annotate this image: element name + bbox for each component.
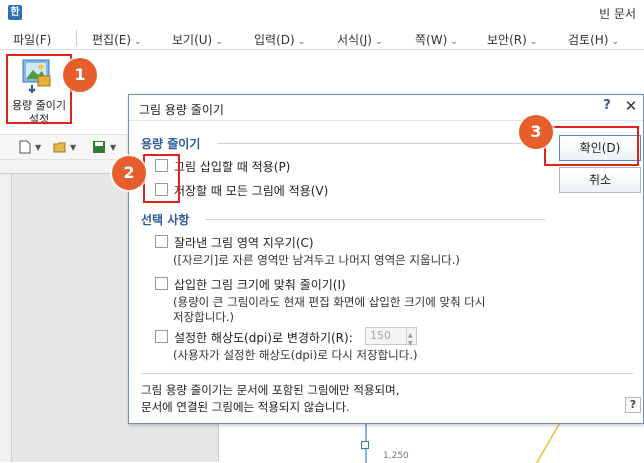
menu-security-label: 보안(R) (487, 33, 527, 47)
option-label: 삽입한 그림 크기에 맞춰 줄이기(I) (174, 278, 346, 292)
option-description: (용량이 큰 그림이라도 현재 편집 화면에 삽입한 크기에 맞춰 다시 (173, 295, 486, 309)
footer-divider (141, 373, 633, 374)
menu-insert[interactable]: 입력(D) ⌄ (254, 31, 305, 48)
highlight-box-1 (6, 54, 72, 124)
menu-file[interactable]: 파일(F) (13, 31, 51, 48)
dpi-spinner[interactable]: ▲ ▼ (406, 328, 416, 347)
option-description: 저장합니다.) (173, 310, 235, 324)
option-label: 저장할 때 모든 그림에 적용(V) (174, 184, 329, 198)
delete-cropped-checkbox[interactable] (155, 235, 168, 248)
menu-view-label: 보기(U) (172, 33, 213, 47)
option-delete-cropped[interactable]: 잘라낸 그림 영역 지우기(C) (155, 233, 455, 251)
menu-page[interactable]: 쪽(W) ⌄ (415, 31, 458, 48)
vertical-ruler (0, 174, 12, 462)
menu-review-label: 검토(H) (568, 33, 609, 47)
document-title: 빈 문서 (599, 7, 636, 21)
help-icon[interactable]: ? (599, 98, 615, 113)
highlight-box-3 (544, 126, 639, 166)
step-badge-3: 3 (519, 115, 553, 149)
chevron-down-icon: ⌄ (611, 37, 620, 47)
menu-format[interactable]: 서식(J) ⌄ (337, 31, 383, 48)
menu-divider (76, 30, 77, 46)
menu-edit[interactable]: 편집(E) ⌄ (92, 31, 142, 48)
chevron-down-icon[interactable]: ▼ (110, 143, 116, 152)
option-apply-on-insert[interactable]: 그림 삽입할 때 적용(P) (155, 157, 415, 175)
menu-edit-label: 편집(E) (92, 33, 132, 47)
cancel-button[interactable]: 취소 (559, 167, 641, 193)
footer-note-line1: 그림 용량 줄이기는 문서에 포함된 그림에만 적용되며, (141, 383, 400, 397)
menu-format-label: 서식(J) (337, 33, 372, 47)
option-label: 잘라낸 그림 영역 지우기(C) (174, 236, 314, 250)
dialog-title-bar: 그림 용량 줄이기 ? ✕ (129, 95, 643, 121)
chevron-down-icon: ⌄ (215, 37, 223, 47)
open-folder-icon[interactable] (53, 140, 67, 154)
horizontal-ruler (0, 160, 128, 174)
fit-inserted-size-checkbox[interactable] (155, 277, 168, 290)
title-bar: 한 빈 문서 (0, 0, 644, 26)
menu-bar: 파일(F) 편집(E) ⌄ 보기(U) ⌄ 입력(D) ⌄ 서식(J) ⌄ 쪽(W) ⌄ … (0, 26, 644, 50)
dialog-title: 그림 용량 줄이기 (139, 103, 224, 117)
menu-page-label: 쪽(W) (415, 33, 448, 47)
menu-security[interactable]: 보안(R) ⌄ (487, 31, 537, 48)
app-logo-icon: 한 (8, 5, 22, 20)
section-divider (205, 219, 545, 220)
help-icon[interactable]: ? (625, 397, 641, 413)
chevron-down-icon: ⌄ (450, 37, 458, 47)
chevron-down-icon: ⌄ (374, 37, 383, 47)
chevron-down-icon: ⌄ (297, 37, 306, 47)
save-icon[interactable] (92, 140, 106, 154)
option-change-dpi[interactable]: 설정한 해상도(dpi)로 변경하기(R): (155, 328, 365, 346)
option-label: 설정한 해상도(dpi)로 변경하기(R): (174, 331, 353, 345)
menu-view[interactable]: 보기(U) ⌄ (172, 31, 223, 48)
section-divider (217, 143, 533, 144)
option-apply-on-save[interactable]: 저장할 때 모든 그림에 적용(V) (155, 181, 415, 199)
menu-insert-label: 입력(D) (254, 33, 295, 47)
footer-note-line2: 문서에 연결된 그림에는 적용되지 않습니다. (141, 400, 350, 414)
page-number-label: 1,250 (383, 451, 409, 461)
option-label: 그림 삽입할 때 적용(P) (174, 160, 291, 174)
menu-review[interactable]: 검토(H) ⌄ (568, 31, 619, 48)
dpi-input[interactable]: 150 ▲ ▼ (365, 327, 417, 347)
step-badge-1: 1 (63, 58, 97, 92)
option-description: (사용자가 설정한 해상도(dpi)로 다시 저장합니다.) (173, 348, 418, 362)
section-title-options: 선택 사항 (141, 213, 190, 227)
step-badge-2: 2 (112, 156, 146, 190)
footer-note: 그림 용량 줄이기는 문서에 포함된 그림에만 적용되며, 문서에 연결된 그림… (141, 382, 399, 416)
chevron-down-icon[interactable]: ▼ (35, 143, 41, 152)
option-fit-inserted-size[interactable]: 삽입한 그림 크기에 맞춰 줄이기(I) (155, 275, 455, 293)
dpi-value: 150 (370, 329, 391, 342)
new-document-icon[interactable] (18, 140, 32, 154)
highlight-box-2 (143, 154, 180, 203)
quick-toolbar: ▼ ▼ ▼ (0, 134, 128, 160)
anchor-handle (361, 441, 369, 449)
chevron-down-icon[interactable]: ▼ (70, 143, 76, 152)
change-dpi-checkbox[interactable] (155, 330, 168, 343)
section-title-reduce: 용량 줄이기 (141, 137, 201, 151)
chevron-down-icon: ⌄ (529, 37, 538, 47)
chevron-down-icon: ⌄ (134, 37, 142, 47)
close-icon[interactable]: ✕ (623, 97, 639, 115)
option-description: ([자르기]로 자른 영역만 남겨두고 나머지 영역은 지웁니다.) (173, 253, 460, 267)
